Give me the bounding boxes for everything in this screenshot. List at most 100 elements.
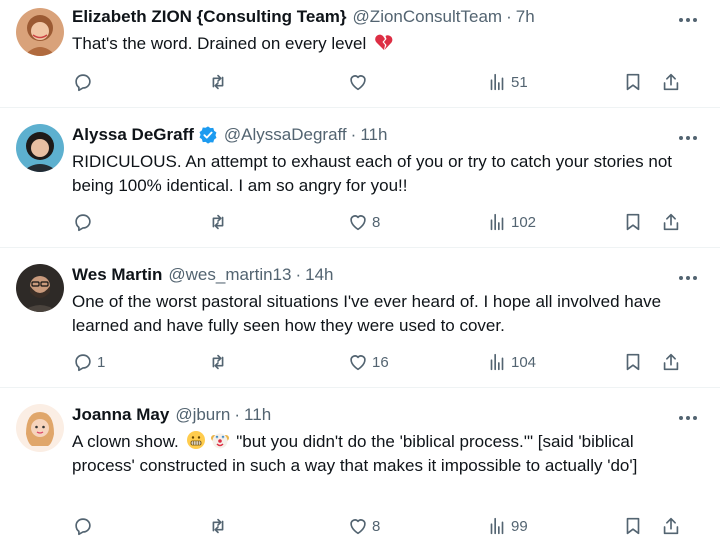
clown-face-emoji-icon bbox=[210, 433, 229, 449]
view-count: 104 bbox=[511, 353, 537, 371]
repost-icon bbox=[212, 74, 224, 90]
view-count: 102 bbox=[511, 213, 537, 231]
bookmark-icon bbox=[626, 73, 640, 91]
separator: · bbox=[234, 405, 241, 424]
more-options-icon[interactable] bbox=[676, 128, 700, 148]
repost-button[interactable] bbox=[207, 70, 229, 94]
display-name[interactable]: Alyssa DeGraff bbox=[72, 125, 194, 145]
share-button[interactable] bbox=[660, 210, 682, 234]
bookmark-icon bbox=[626, 213, 640, 231]
display-name[interactable]: Elizabeth ZION {Consulting Team} bbox=[72, 7, 347, 27]
share-button[interactable] bbox=[660, 350, 682, 374]
user-handle[interactable]: @jburn bbox=[175, 405, 230, 425]
user-handle[interactable]: @AlyssaDegraff bbox=[224, 125, 347, 145]
bookmark-button[interactable] bbox=[622, 70, 644, 94]
tweet-text: One of the worst pastoral situations I'v… bbox=[72, 292, 662, 335]
analytics-icon bbox=[490, 517, 504, 535]
views-button[interactable]: 99 bbox=[486, 514, 528, 538]
analytics-icon bbox=[490, 73, 504, 91]
heart-icon bbox=[350, 519, 366, 535]
like-button[interactable] bbox=[347, 70, 372, 94]
avatar[interactable] bbox=[16, 264, 64, 312]
timestamp[interactable]: 11h bbox=[244, 405, 271, 425]
display-name[interactable]: Wes Martin bbox=[72, 265, 162, 285]
separator: · bbox=[350, 125, 357, 144]
heart-icon bbox=[350, 355, 366, 371]
reply-feed: Elizabeth ZION {Consulting Team} @ZionCo… bbox=[0, 0, 720, 553]
separator: · bbox=[506, 7, 512, 26]
bookmark-icon bbox=[626, 517, 640, 535]
share-icon bbox=[663, 73, 679, 91]
repost-icon bbox=[212, 518, 224, 534]
repost-button[interactable] bbox=[207, 210, 229, 234]
separator: · bbox=[295, 265, 302, 284]
heart-icon bbox=[350, 75, 366, 91]
analytics-icon bbox=[490, 353, 504, 371]
reply-icon bbox=[75, 354, 91, 372]
share-icon bbox=[663, 213, 679, 231]
tweet-text-content: That's the word. Drained on every level bbox=[72, 34, 367, 53]
bookmark-button[interactable] bbox=[622, 514, 644, 538]
action-bar: 8 99 bbox=[72, 514, 704, 538]
repost-button[interactable] bbox=[207, 514, 229, 538]
like-count: 16 bbox=[372, 353, 389, 371]
bookmark-button[interactable] bbox=[622, 350, 644, 374]
reply-button[interactable] bbox=[72, 70, 97, 94]
views-button[interactable]: 102 bbox=[486, 210, 536, 234]
reply-icon bbox=[75, 214, 91, 232]
like-button[interactable]: 16 bbox=[347, 350, 389, 374]
reply-button[interactable] bbox=[72, 210, 97, 234]
timestamp[interactable]: 14h bbox=[305, 265, 333, 285]
analytics-icon bbox=[490, 213, 504, 231]
verified-badge-icon bbox=[199, 126, 217, 144]
tweet-header: Joanna May @jburn · 11h bbox=[72, 405, 660, 425]
repost-icon bbox=[212, 354, 224, 370]
like-count: 8 bbox=[372, 517, 381, 535]
broken-heart-emoji-icon bbox=[375, 34, 393, 50]
action-bar: 51 bbox=[72, 70, 704, 94]
tweet-text: A clown show. "but you didn't do the 'bi… bbox=[72, 430, 680, 478]
action-bar: 1 16 104 bbox=[72, 350, 704, 374]
tweet-4[interactable]: Joanna May @jburn · 11h A clown show. "b… bbox=[0, 388, 720, 553]
grimacing-face-emoji-icon bbox=[186, 431, 205, 449]
bookmark-icon bbox=[626, 353, 640, 371]
reply-count: 1 bbox=[97, 353, 106, 371]
action-bar: 8 102 bbox=[72, 210, 704, 234]
view-count: 99 bbox=[511, 517, 528, 535]
reply-button[interactable] bbox=[72, 514, 97, 538]
timestamp[interactable]: 7h bbox=[516, 7, 535, 27]
tweet-2[interactable]: Alyssa DeGraff @AlyssaDegraff · 11h RIDI… bbox=[0, 108, 720, 248]
display-name[interactable]: Joanna May bbox=[72, 405, 169, 425]
share-button[interactable] bbox=[660, 514, 682, 538]
tweet-header: Elizabeth ZION {Consulting Team} @ZionCo… bbox=[72, 7, 660, 27]
reply-button[interactable]: 1 bbox=[72, 350, 105, 374]
reply-icon bbox=[75, 74, 91, 92]
tweet-header: Alyssa DeGraff @AlyssaDegraff · 11h bbox=[72, 125, 660, 145]
like-button[interactable]: 8 bbox=[347, 514, 380, 538]
more-options-icon[interactable] bbox=[676, 268, 700, 288]
tweet-header: Wes Martin @wes_martin13 · 14h bbox=[72, 265, 660, 285]
share-button[interactable] bbox=[660, 70, 682, 94]
timestamp[interactable]: 11h bbox=[360, 125, 387, 145]
repost-button[interactable] bbox=[207, 350, 229, 374]
bookmark-button[interactable] bbox=[622, 210, 644, 234]
user-handle[interactable]: @wes_martin13 bbox=[168, 265, 291, 285]
tweet-3[interactable]: Wes Martin @wes_martin13 · 14h One of th… bbox=[0, 248, 720, 388]
like-button[interactable]: 8 bbox=[347, 210, 380, 234]
views-button[interactable]: 104 bbox=[486, 350, 536, 374]
more-options-icon[interactable] bbox=[676, 10, 700, 30]
tweet-1[interactable]: Elizabeth ZION {Consulting Team} @ZionCo… bbox=[0, 0, 720, 108]
views-button[interactable]: 51 bbox=[486, 70, 528, 94]
tweet-text-part-1: A clown show. bbox=[72, 432, 179, 451]
share-icon bbox=[663, 353, 679, 371]
avatar[interactable] bbox=[16, 124, 64, 172]
avatar[interactable] bbox=[16, 404, 64, 452]
more-options-icon[interactable] bbox=[676, 408, 700, 428]
heart-icon bbox=[350, 215, 366, 231]
view-count: 51 bbox=[511, 73, 528, 91]
avatar[interactable] bbox=[16, 8, 64, 56]
tweet-text: RIDICULOUS. An attempt to exhaust each o… bbox=[72, 152, 672, 195]
user-handle[interactable]: @ZionConsultTeam bbox=[353, 7, 503, 27]
like-count: 8 bbox=[372, 213, 381, 231]
tweet-text: That's the word. Drained on every level bbox=[72, 32, 680, 56]
